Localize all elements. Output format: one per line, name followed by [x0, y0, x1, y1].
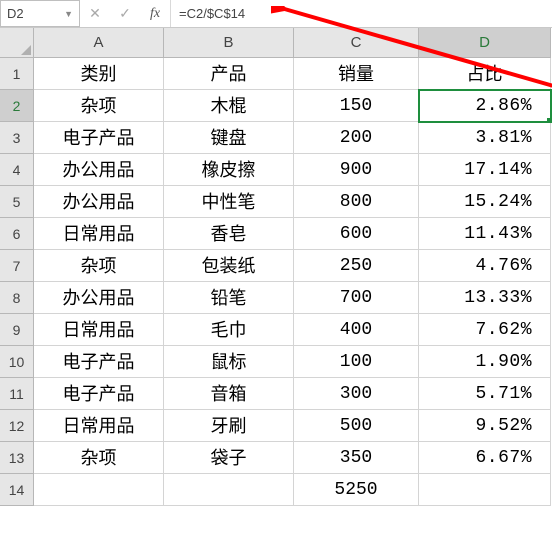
- row-header[interactable]: 13: [0, 442, 34, 474]
- cell-category[interactable]: 电子产品: [34, 122, 164, 154]
- cell-percent[interactable]: 15.24%: [419, 186, 551, 218]
- cancel-icon[interactable]: ✕: [80, 5, 110, 22]
- cell-product[interactable]: 香皂: [164, 218, 294, 250]
- cell-product[interactable]: 包装纸: [164, 250, 294, 282]
- cell-percent[interactable]: 13.33%: [419, 282, 551, 314]
- cell-sales[interactable]: 100: [294, 346, 419, 378]
- formula-input[interactable]: =C2/$C$14: [171, 0, 552, 27]
- cell-percent[interactable]: 9.52%: [419, 410, 551, 442]
- cell-percent[interactable]: 6.67%: [419, 442, 551, 474]
- row-header[interactable]: 6: [0, 218, 34, 250]
- cell-total-sales[interactable]: 5250: [294, 474, 419, 506]
- cell-product[interactable]: 鼠标: [164, 346, 294, 378]
- cell-percent[interactable]: 1.90%: [419, 346, 551, 378]
- cell-empty[interactable]: [419, 474, 551, 506]
- cell-sales[interactable]: 600: [294, 218, 419, 250]
- cell-product[interactable]: 毛巾: [164, 314, 294, 346]
- cell-category[interactable]: 杂项: [34, 250, 164, 282]
- cell-header-percent[interactable]: 占比: [419, 58, 551, 90]
- cell-category[interactable]: 杂项: [34, 90, 164, 122]
- cell-percent[interactable]: 5.71%: [419, 378, 551, 410]
- row-header[interactable]: 10: [0, 346, 34, 378]
- cell-percent[interactable]: 4.76%: [419, 250, 551, 282]
- cell-sales[interactable]: 350: [294, 442, 419, 474]
- col-header-a[interactable]: A: [34, 28, 164, 58]
- row-header[interactable]: 2: [0, 90, 34, 122]
- cell-product[interactable]: 铅笔: [164, 282, 294, 314]
- name-box-value: D2: [7, 6, 24, 21]
- row-header[interactable]: 14: [0, 474, 34, 506]
- column-headers: A B C D: [34, 28, 552, 58]
- col-header-d[interactable]: D: [419, 28, 551, 58]
- cell-header-category[interactable]: 类别: [34, 58, 164, 90]
- row-header[interactable]: 11: [0, 378, 34, 410]
- cell-category[interactable]: 日常用品: [34, 218, 164, 250]
- cell-sales[interactable]: 700: [294, 282, 419, 314]
- name-box-dropdown-icon[interactable]: ▼: [64, 9, 73, 19]
- cell-header-product[interactable]: 产品: [164, 58, 294, 90]
- cell-percent[interactable]: 11.43%: [419, 218, 551, 250]
- col-header-b[interactable]: B: [164, 28, 294, 58]
- cell-category[interactable]: 办公用品: [34, 154, 164, 186]
- cell-product[interactable]: 牙刷: [164, 410, 294, 442]
- cell-product[interactable]: 中性笔: [164, 186, 294, 218]
- row-header[interactable]: 5: [0, 186, 34, 218]
- row-header[interactable]: 7: [0, 250, 34, 282]
- row-header[interactable]: 1: [0, 58, 34, 90]
- row-header[interactable]: 3: [0, 122, 34, 154]
- cell-header-sales[interactable]: 销量: [294, 58, 419, 90]
- cell-sales[interactable]: 500: [294, 410, 419, 442]
- formula-bar-buttons: ✕ ✓ fx: [80, 0, 171, 27]
- cell-percent[interactable]: 2.86%: [419, 90, 551, 122]
- col-header-c[interactable]: C: [294, 28, 419, 58]
- cell-category[interactable]: 日常用品: [34, 314, 164, 346]
- cell-percent[interactable]: 7.62%: [419, 314, 551, 346]
- name-box[interactable]: D2 ▼: [0, 0, 80, 27]
- cell-category[interactable]: 办公用品: [34, 282, 164, 314]
- fx-icon[interactable]: fx: [140, 6, 170, 22]
- select-all-corner[interactable]: [0, 28, 34, 58]
- cell-category[interactable]: 日常用品: [34, 410, 164, 442]
- cell-product[interactable]: 木棍: [164, 90, 294, 122]
- row-header[interactable]: 9: [0, 314, 34, 346]
- formula-bar: D2 ▼ ✕ ✓ fx =C2/$C$14: [0, 0, 552, 28]
- cell-category[interactable]: 电子产品: [34, 346, 164, 378]
- cell-percent[interactable]: 3.81%: [419, 122, 551, 154]
- cell-product[interactable]: 橡皮擦: [164, 154, 294, 186]
- spreadsheet-grid: A B C D 1类别产品销量占比2杂项木棍1502.86%3电子产品键盘200…: [0, 28, 552, 506]
- cell-sales[interactable]: 300: [294, 378, 419, 410]
- cell-product[interactable]: 音箱: [164, 378, 294, 410]
- cell-category[interactable]: 电子产品: [34, 378, 164, 410]
- cell-category[interactable]: 办公用品: [34, 186, 164, 218]
- cell-empty[interactable]: [34, 474, 164, 506]
- accept-icon[interactable]: ✓: [110, 5, 140, 22]
- cell-empty[interactable]: [164, 474, 294, 506]
- cell-sales[interactable]: 150: [294, 90, 419, 122]
- row-header[interactable]: 8: [0, 282, 34, 314]
- cell-percent[interactable]: 17.14%: [419, 154, 551, 186]
- cell-product[interactable]: 键盘: [164, 122, 294, 154]
- cell-sales[interactable]: 900: [294, 154, 419, 186]
- cell-sales[interactable]: 200: [294, 122, 419, 154]
- cell-sales[interactable]: 400: [294, 314, 419, 346]
- cell-category[interactable]: 杂项: [34, 442, 164, 474]
- row-header[interactable]: 4: [0, 154, 34, 186]
- cell-product[interactable]: 袋子: [164, 442, 294, 474]
- formula-text: =C2/$C$14: [179, 6, 245, 21]
- cell-sales[interactable]: 250: [294, 250, 419, 282]
- row-header[interactable]: 12: [0, 410, 34, 442]
- cell-sales[interactable]: 800: [294, 186, 419, 218]
